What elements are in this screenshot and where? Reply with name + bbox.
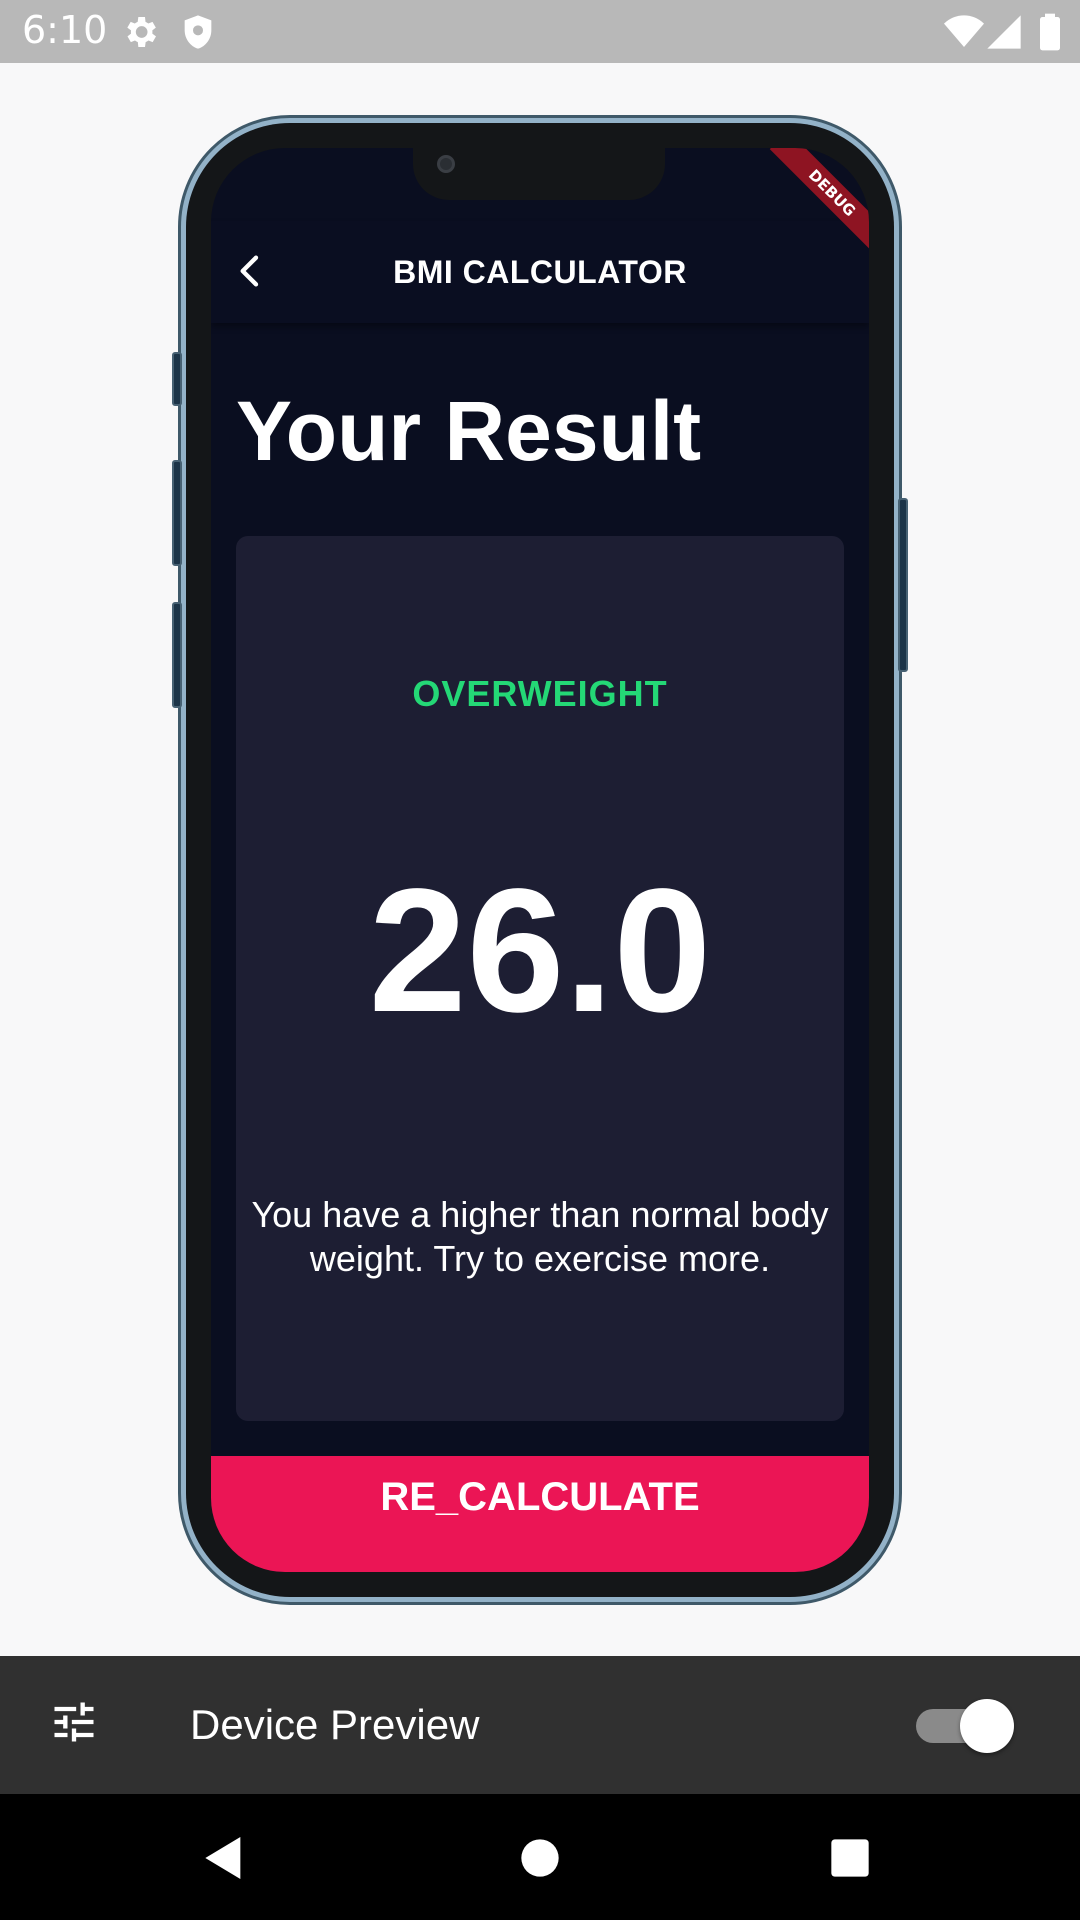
bmi-value: 26.0 <box>368 853 712 1049</box>
toggle-thumb <box>960 1699 1014 1753</box>
signal-icon <box>987 15 1021 49</box>
wifi-icon <box>944 15 984 47</box>
phone-mute-switch <box>172 352 182 406</box>
app-bar-title: BMI CALCULATOR <box>393 254 687 290</box>
tune-icon[interactable] <box>48 1696 100 1748</box>
gear-icon <box>127 17 156 47</box>
device-preview-toolbar: Device Preview <box>0 1656 1080 1794</box>
app-bar: BMI CALCULATOR <box>211 221 869 323</box>
status-time: 6:10 <box>22 8 108 52</box>
bmi-status-label: OVERWEIGHT <box>412 673 668 714</box>
device-preview-toggle[interactable] <box>916 1697 1014 1753</box>
navigation-bar <box>0 1794 1080 1920</box>
page-title: Your Result <box>236 384 702 478</box>
shield-icon <box>184 15 212 49</box>
phone-volume-up-button <box>172 460 182 566</box>
battery-icon <box>1040 13 1060 51</box>
recalculate-button[interactable]: RE_CALCULATE <box>211 1456 869 1572</box>
recalculate-button-label: RE_CALCULATE <box>380 1475 700 1519</box>
camera-icon <box>437 155 455 173</box>
home-icon[interactable] <box>512 1830 568 1886</box>
phone-power-button <box>898 498 908 672</box>
recents-icon[interactable] <box>822 1830 878 1886</box>
back-icon[interactable] <box>196 1830 252 1886</box>
phone-screen: BMI CALCULATOR Your Result OVERWEIGHT 26… <box>211 148 869 1572</box>
device-preview-label: Device Preview <box>190 1701 480 1748</box>
status-bar: 6:10 <box>0 0 1080 63</box>
phone-volume-down-button <box>172 602 182 708</box>
bmi-advice-text: You have a higher than normal body weigh… <box>251 1194 829 1279</box>
result-card: OVERWEIGHT 26.0 You have a higher than n… <box>236 536 844 1421</box>
